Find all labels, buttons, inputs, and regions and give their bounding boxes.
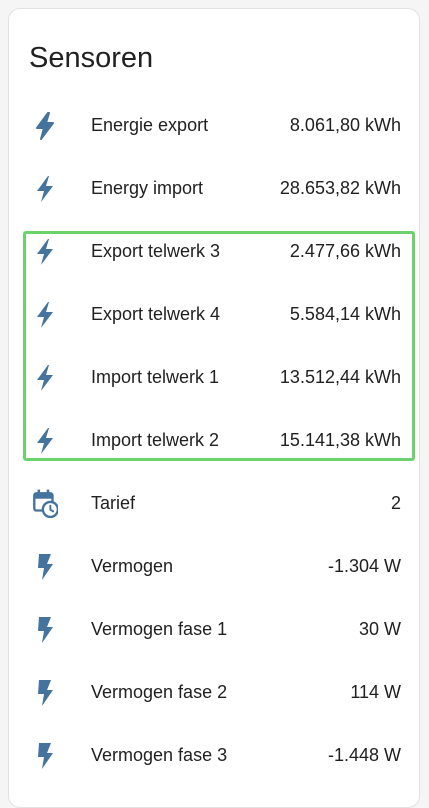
entity-state: 30 W xyxy=(358,619,401,639)
entity-name: Vermogen fase 2 xyxy=(91,682,228,702)
entity-row-vermogen-fase-1[interactable]: Vermogen fase 1 30 W xyxy=(9,598,421,661)
entity-name: Energie export xyxy=(91,115,209,135)
flash-icon xyxy=(37,428,53,454)
entity-row-import-telwerk-2[interactable]: Import telwerk 2 15.141,38 kWh xyxy=(9,409,421,472)
entity-state: 5.584,14 kWh xyxy=(289,304,401,324)
entity-state: -1.448 W xyxy=(327,745,401,765)
entity-state: 15.141,38 kWh xyxy=(279,430,401,450)
flash-icon xyxy=(36,112,54,140)
flash-solid-icon xyxy=(38,680,53,706)
entity-state: 114 W xyxy=(350,682,401,702)
entity-row-export-telwerk-3[interactable]: Export telwerk 3 2.477,66 kWh xyxy=(9,220,421,283)
entity-row-vermogen-fase-3[interactable]: Vermogen fase 3 -1.448 W xyxy=(9,724,421,787)
entity-name: Tarief xyxy=(91,493,136,513)
entity-name: Export telwerk 4 xyxy=(91,304,221,324)
sensor-card: Sensoren Energie export 8.061,80 kWh Ene… xyxy=(8,8,420,808)
calendar-clock-icon xyxy=(33,489,58,518)
entity-name: Vermogen xyxy=(91,556,174,576)
entity-row-energie-export[interactable]: Energie export 8.061,80 kWh xyxy=(9,94,421,157)
entity-state: 28.653,82 kWh xyxy=(279,178,401,198)
entity-state: 13.512,44 kWh xyxy=(279,367,401,387)
entity-row-import-telwerk-1[interactable]: Import telwerk 1 13.512,44 kWh xyxy=(9,346,421,409)
entity-name: Import telwerk 2 xyxy=(91,430,220,450)
entity-name: Vermogen fase 3 xyxy=(91,745,228,765)
flash-solid-icon xyxy=(38,743,53,769)
flash-icon xyxy=(37,302,53,328)
entity-state: -1.304 W xyxy=(327,556,401,576)
entity-row-vermogen-fase-2[interactable]: Vermogen fase 2 114 W xyxy=(9,661,421,724)
entity-state: 2.477,66 kWh xyxy=(289,241,401,261)
entity-state: 2 xyxy=(390,493,401,513)
entity-name: Import telwerk 1 xyxy=(91,367,220,387)
entity-row-export-telwerk-4[interactable]: Export telwerk 4 5.584,14 kWh xyxy=(9,283,421,346)
entity-row-vermogen[interactable]: Vermogen -1.304 W xyxy=(9,535,421,598)
entity-row-tarief[interactable]: Tarief 2 xyxy=(9,472,421,535)
flash-icon xyxy=(37,176,53,202)
entity-name: Energy import xyxy=(91,178,204,198)
entity-name: Vermogen fase 1 xyxy=(91,619,228,639)
card-title: Sensoren xyxy=(29,42,154,74)
flash-icon xyxy=(37,365,53,391)
flash-solid-icon xyxy=(38,617,53,643)
entity-row-energy-import[interactable]: Energy import 28.653,82 kWh xyxy=(9,157,421,220)
entity-name: Export telwerk 3 xyxy=(91,241,221,261)
flash-icon xyxy=(37,239,53,265)
flash-solid-icon xyxy=(38,554,53,580)
entity-state: 8.061,80 kWh xyxy=(289,115,401,135)
